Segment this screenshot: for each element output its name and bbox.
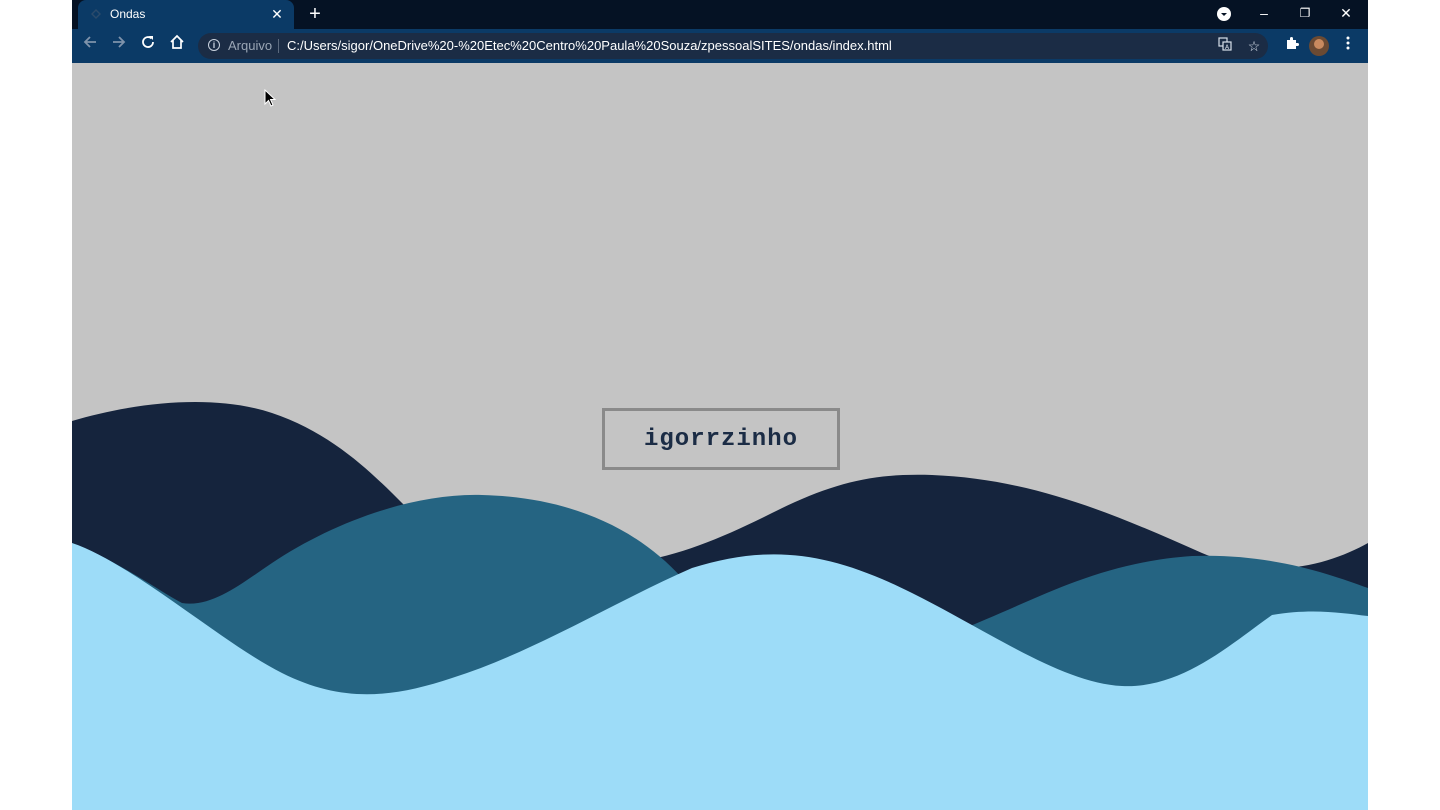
avatar[interactable] xyxy=(1309,36,1329,56)
menu-icon[interactable] xyxy=(1338,35,1358,57)
tab-ondas[interactable]: Ondas ✕ xyxy=(78,0,294,29)
omnibox-separator xyxy=(278,39,279,53)
extensions-icon[interactable] xyxy=(1281,35,1303,57)
browser-window: Ondas ✕ + – ❐ ✕ i Arquivo C:/Users/sigor… xyxy=(72,0,1368,810)
minimize-button[interactable]: – xyxy=(1244,0,1284,29)
info-icon[interactable]: i xyxy=(208,39,220,51)
translate-icon[interactable]: A xyxy=(1215,36,1235,56)
close-window-button[interactable]: ✕ xyxy=(1326,0,1366,29)
brand-box: igorrzinho xyxy=(602,408,840,470)
new-tab-button[interactable]: + xyxy=(304,4,326,26)
reload-icon[interactable] xyxy=(136,34,160,58)
tab-strip: Ondas ✕ + – ❐ ✕ xyxy=(72,0,1368,29)
scheme-label: Arquivo xyxy=(228,38,273,53)
address-bar[interactable]: i Arquivo C:/Users/sigor/OneDrive%20-%20… xyxy=(198,33,1268,59)
mouse-cursor-icon xyxy=(264,89,277,107)
home-icon[interactable] xyxy=(165,34,189,58)
brand-text: igorrzinho xyxy=(643,425,799,453)
back-icon[interactable] xyxy=(78,34,102,58)
page-viewport: igorrzinho xyxy=(72,63,1368,810)
tab-close-icon[interactable]: ✕ xyxy=(268,5,286,23)
restore-button[interactable]: ❐ xyxy=(1285,0,1325,29)
url-text[interactable]: C:/Users/sigor/OneDrive%20-%20Etec%20Cen… xyxy=(287,38,892,53)
tab-search-icon[interactable] xyxy=(1217,7,1231,21)
tab-favicon-icon xyxy=(91,9,101,19)
forward-icon[interactable] xyxy=(107,34,131,58)
browser-toolbar: i Arquivo C:/Users/sigor/OneDrive%20-%20… xyxy=(72,29,1368,63)
star-icon[interactable]: ☆ xyxy=(1244,36,1264,56)
tab-title: Ondas xyxy=(110,7,146,21)
